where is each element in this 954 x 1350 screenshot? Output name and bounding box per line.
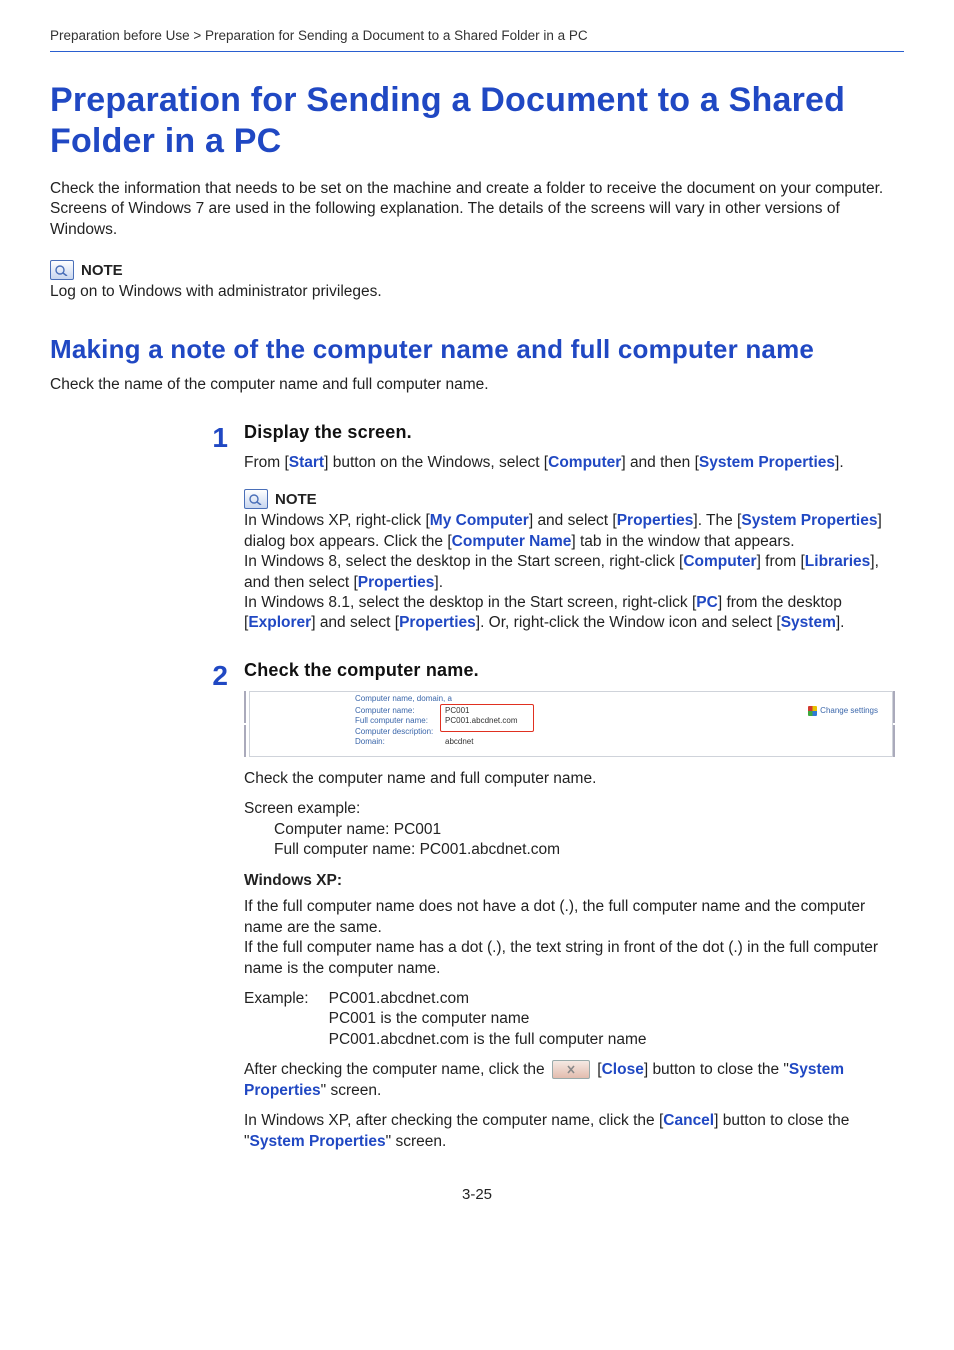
step-number: 2 [180,660,244,692]
computer-ref: Computer [548,454,621,471]
step-1: 1 Display the screen. From [Start] butto… [180,422,898,634]
page-number: 3-25 [50,1186,904,1203]
section-intro: Check the name of the computer name and … [50,375,904,395]
start-ref: Start [289,454,324,471]
note-label: NOTE [81,262,123,279]
group-label: Computer name, domain, a [355,694,452,703]
note-icon [244,489,268,509]
step1-text: From [Start] button on the Windows, sele… [244,453,898,473]
screen-example: Screen example: Computer name: PC001 Ful… [244,799,898,860]
breadcrumb: Preparation before Use > Preparation for… [50,28,904,52]
page-title: Preparation for Sending a Document to a … [50,80,904,163]
windows-xp-heading: Windows XP: [244,871,898,891]
step-number: 1 [180,422,244,454]
intro-text: Check the information that needs to be s… [50,179,904,240]
step-heading: Check the computer name. [244,660,898,681]
xp-close-instruction: In Windows XP, after checking the comput… [244,1111,898,1152]
xp1: If the full computer name does not have … [244,897,898,938]
step1-note-body: In Windows XP, right-click [My Computer]… [244,511,898,634]
close-instruction: After checking the computer name, click … [244,1060,898,1101]
system-properties-ref: System Properties [699,454,835,471]
shield-icon [808,706,817,716]
xp2: If the full computer name has a dot (.),… [244,938,898,979]
note-text: Log on to Windows with administrator pri… [50,282,904,302]
example-block: Example: PC001.abcdnet.com PC001 is the … [244,989,898,1050]
step1-note: NOTE In Windows XP, right-click [My Comp… [244,489,898,634]
step-2: 2 Check the computer name. Computer name… [180,660,898,1152]
note-icon [50,260,74,280]
note-label: NOTE [275,491,317,508]
close-button-icon [552,1060,590,1079]
step-heading: Display the screen. [244,422,898,443]
step2-after-shot: Check the computer name and full compute… [244,769,898,789]
note-block: NOTE Log on to Windows with administrato… [50,260,904,302]
system-properties-screenshot: Computer name, domain, a Computer name:P… [244,691,898,757]
section-title: Making a note of the computer name and f… [50,333,904,366]
change-settings-link[interactable]: Change settings [808,706,878,716]
